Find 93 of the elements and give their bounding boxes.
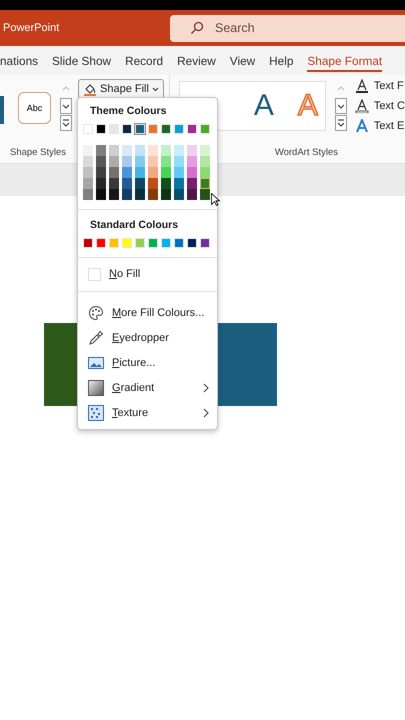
colour-swatch[interactable] [122,178,132,189]
colour-swatch[interactable] [200,145,210,156]
colour-swatch[interactable] [161,145,171,156]
colour-swatch[interactable] [187,145,197,156]
colour-swatch[interactable] [135,145,145,156]
menu-item[interactable]: Eyedropper [78,325,217,350]
ribbon-tab[interactable]: Review [177,50,216,72]
menu-item[interactable]: Gradient [78,375,217,400]
colour-swatch[interactable] [109,167,119,178]
colour-swatch[interactable] [96,167,106,178]
colour-swatch[interactable] [109,189,119,200]
colour-swatch[interactable] [96,189,106,200]
colour-swatch[interactable] [135,156,145,167]
colour-swatch[interactable] [122,167,132,178]
text-format-button[interactable]: Text C [354,99,405,113]
colour-swatch[interactable] [109,156,119,167]
more-icon[interactable] [60,115,72,131]
colour-swatch[interactable] [161,156,171,167]
text-format-button[interactable]: Text E [354,119,405,133]
colour-swatch[interactable] [187,156,197,167]
colour-swatch[interactable] [96,145,106,156]
text-effects-icon [354,119,369,133]
colour-swatch[interactable] [187,189,197,200]
colour-swatch[interactable] [148,167,158,178]
scroll-down-icon[interactable] [60,98,72,114]
wordart-sample[interactable]: A [254,91,274,121]
colour-swatch[interactable] [174,167,184,178]
ribbon-tab[interactable]: Slide Show [52,50,112,72]
colour-swatch[interactable] [187,167,197,178]
colour-swatch[interactable] [135,167,145,178]
search-field[interactable]: Search [213,20,367,36]
menu-item[interactable]: No Fill [78,266,217,282]
colour-swatch[interactable] [148,156,158,167]
texture-icon [88,404,104,420]
menu-item[interactable]: More Fill Colours... [78,300,217,325]
colour-swatch[interactable] [161,189,171,200]
colour-swatch[interactable] [174,189,184,200]
colour-swatch[interactable] [122,189,132,200]
scroll-down-icon[interactable] [334,98,347,114]
colour-swatch[interactable] [83,145,93,156]
colour-swatch[interactable] [148,178,158,189]
ribbon-tab[interactable]: Help [269,50,294,72]
colour-swatch[interactable] [122,145,132,156]
colour-swatch[interactable] [122,156,132,167]
ribbon-tab[interactable]: nations [0,50,38,72]
more-icon[interactable] [334,115,347,131]
colour-swatch[interactable] [187,178,197,189]
palette-icon [88,304,104,320]
colour-swatch[interactable] [148,145,158,156]
colour-swatch[interactable] [200,178,210,189]
colour-swatch[interactable] [109,178,119,189]
shape-fill-button[interactable]: Shape Fill [78,79,164,99]
gradient-icon [88,380,104,396]
colour-swatch[interactable] [174,178,184,189]
style-preview-icon [0,96,4,124]
shape-style-button[interactable]: Abc [18,92,51,124]
colour-swatch[interactable] [161,178,171,189]
colour-swatch[interactable] [83,189,93,200]
ribbon-tab[interactable]: Record [125,50,164,72]
colour-swatch[interactable] [135,178,145,189]
colour-swatch[interactable] [174,145,184,156]
search-bar[interactable]: Search [170,14,405,42]
colour-swatch[interactable] [200,189,210,200]
text-fill-icon [354,79,369,93]
group-label: WordArt Styles [274,147,338,158]
ribbon-tab[interactable]: View [230,50,256,72]
text-outline-icon [354,99,369,113]
no-fill-icon [88,268,101,280]
app-name: PowerPoint [3,22,60,34]
caret-icon [152,86,159,92]
colour-swatch[interactable] [200,156,210,167]
eyedropper-icon [88,330,104,346]
colour-swatch[interactable] [83,167,93,178]
colour-swatch[interactable] [83,156,93,167]
section-heading: Standard Colours [90,219,180,231]
colour-swatch[interactable] [161,167,171,178]
colour-swatch[interactable] [96,178,106,189]
menu-item[interactable]: Texture [78,400,217,425]
menu-item[interactable]: Picture... [78,350,217,375]
colour-swatch[interactable] [83,178,93,189]
picture-icon [88,356,104,370]
paint-bucket-icon [83,82,97,96]
colour-swatch[interactable] [174,156,184,167]
group-label: Shape Styles [10,147,66,158]
section-heading: Theme Colours [90,105,168,117]
colour-swatch[interactable] [148,189,158,200]
colour-swatch[interactable] [109,145,119,156]
colour-swatch[interactable] [200,167,210,178]
ribbon-tab[interactable]: Shape Format [307,50,382,72]
search-icon [190,21,204,35]
colour-swatch[interactable] [135,189,145,200]
colour-swatch[interactable] [96,156,106,167]
text-format-button[interactable]: Text F [354,79,405,93]
